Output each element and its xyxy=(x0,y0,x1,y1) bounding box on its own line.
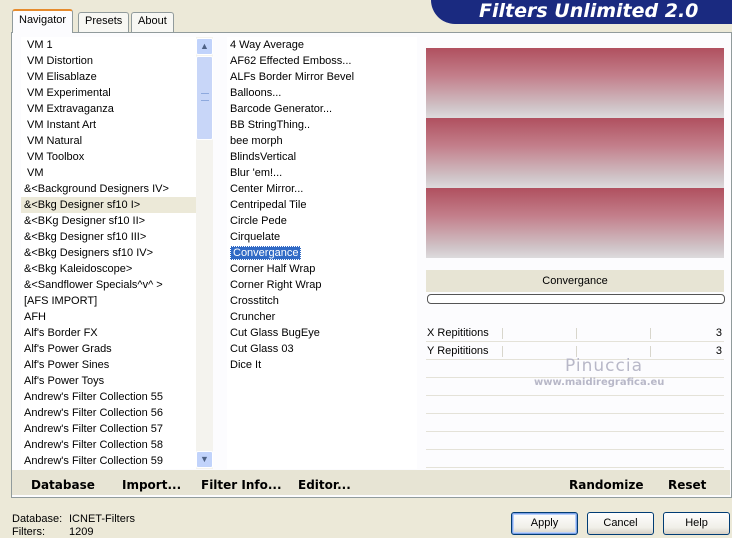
filter-item[interactable]: Crosstitch xyxy=(227,293,417,309)
category-item[interactable]: Andrew's Filter Collection 58 xyxy=(21,437,196,453)
category-item[interactable]: VM Toolbox xyxy=(21,149,196,165)
category-item[interactable]: &<Bkg Kaleidoscope> xyxy=(21,261,196,277)
category-item[interactable]: Andrew's Filter Collection 57 xyxy=(21,421,196,437)
app-title-banner: Filters Unlimited 2.0 xyxy=(431,0,732,24)
filter-item[interactable]: Center Mirror... xyxy=(227,181,417,197)
filter-item[interactable]: BB StringThing.. xyxy=(227,117,417,133)
filter-item[interactable]: Blur 'em!... xyxy=(227,165,417,181)
param-row-empty xyxy=(426,433,724,450)
filter-item-label: Convergance xyxy=(230,246,302,260)
scroll-up-icon[interactable]: ▲ xyxy=(196,38,213,55)
status-filters-label: Filters: xyxy=(12,526,45,538)
filter-list[interactable]: 4 Way Average AF62 Effected Emboss... ALFs… xyxy=(227,37,417,469)
category-item[interactable]: &<Bkg Designers sf10 IV> xyxy=(21,245,196,261)
status-database-value: ICNET-Filters xyxy=(69,513,135,525)
category-item[interactable]: VM Extravaganza xyxy=(21,101,196,117)
param-row-empty xyxy=(426,397,724,414)
import-button[interactable]: Import... xyxy=(122,478,181,492)
category-item[interactable]: Andrew's Filter Collection 56 xyxy=(21,405,196,421)
filter-item[interactable]: Centripedal Tile xyxy=(227,197,417,213)
filter-info-button[interactable]: Filter Info... xyxy=(201,478,282,492)
filter-item[interactable]: Corner Half Wrap xyxy=(227,261,417,277)
filter-item[interactable]: Balloons... xyxy=(227,85,417,101)
filter-item[interactable]: Cirquelate xyxy=(227,229,417,245)
category-item[interactable]: &<Bkg Designer sf10 I> xyxy=(21,197,196,213)
category-item[interactable]: VM Distortion xyxy=(21,53,196,69)
filter-item[interactable]: AF62 Effected Emboss... xyxy=(227,53,417,69)
filter-item[interactable]: Barcode Generator... xyxy=(227,101,417,117)
category-item[interactable]: &<Bkg Designer sf10 III> xyxy=(21,229,196,245)
category-item[interactable]: VM Instant Art xyxy=(21,117,196,133)
progress-bar xyxy=(427,294,725,304)
scroll-down-icon[interactable]: ▼ xyxy=(196,451,213,468)
database-button[interactable]: Database xyxy=(31,478,95,492)
param-label: X Repititions xyxy=(427,327,489,339)
filter-item[interactable]: Cruncher xyxy=(227,309,417,325)
filter-item[interactable]: BlindsVertical xyxy=(227,149,417,165)
filter-item[interactable]: 4 Way Average xyxy=(227,37,417,53)
category-item[interactable]: &<Background Designers IV> xyxy=(21,181,196,197)
category-item[interactable]: Andrew's Filter Collection 55 xyxy=(21,389,196,405)
category-item[interactable]: VM Elisablaze xyxy=(21,69,196,85)
category-item[interactable]: Alf's Power Sines xyxy=(21,357,196,373)
category-item[interactable]: VM Natural xyxy=(21,133,196,149)
category-scrollbar[interactable]: ▲ ▼ xyxy=(196,37,213,469)
tab-presets[interactable]: Presets xyxy=(78,12,130,32)
param-label: Y Repititions xyxy=(427,345,489,357)
apply-button[interactable]: Apply xyxy=(511,512,578,535)
filter-item[interactable]: Circle Pede xyxy=(227,213,417,229)
cancel-button[interactable]: Cancel xyxy=(587,512,654,535)
filter-item[interactable]: ALFs Border Mirror Bevel xyxy=(227,69,417,85)
filter-item[interactable]: Convergance xyxy=(227,245,417,261)
filter-item[interactable]: Cut Glass 03 xyxy=(227,341,417,357)
filter-preview xyxy=(426,48,724,258)
category-item[interactable]: &<BKg Designer sf10 II> xyxy=(21,213,196,229)
scroll-thumb[interactable] xyxy=(196,56,213,140)
reset-button[interactable]: Reset xyxy=(668,478,706,492)
category-item[interactable]: Alf's Border FX xyxy=(21,325,196,341)
filter-item[interactable]: Cut Glass BugEye xyxy=(227,325,417,341)
param-row-empty xyxy=(426,451,724,468)
filter-name-label: Convergance xyxy=(426,270,724,292)
status-database-label: Database: xyxy=(12,513,63,525)
category-item[interactable]: [AFS IMPORT] xyxy=(21,293,196,309)
param-value: 3 xyxy=(715,327,722,339)
action-bar: Database Import... Filter Info... Editor… xyxy=(12,470,730,495)
editor-button[interactable]: Editor... xyxy=(298,478,351,492)
category-item[interactable]: Alf's Power Grads xyxy=(21,341,196,357)
randomize-button[interactable]: Randomize xyxy=(569,478,643,492)
category-item[interactable]: Alf's Power Toys xyxy=(21,373,196,389)
category-item[interactable]: VM xyxy=(21,165,196,181)
filter-item[interactable]: Corner Right Wrap xyxy=(227,277,417,293)
category-list[interactable]: VM 1 VM Distortion VM Elisablaze VM Experim… xyxy=(21,37,196,469)
category-item[interactable]: VM Experimental xyxy=(21,85,196,101)
category-item[interactable]: &<Sandflower Specials^v^ > xyxy=(21,277,196,293)
param-x-repititions[interactable]: X Repititions 3 xyxy=(426,325,724,342)
tab-about[interactable]: About xyxy=(131,12,174,32)
param-row-empty xyxy=(426,415,724,432)
help-button[interactable]: Help xyxy=(663,512,730,535)
category-item[interactable]: VM 1 xyxy=(21,37,196,53)
filter-item[interactable]: bee morph xyxy=(227,133,417,149)
watermark-name: Pinuccia xyxy=(565,356,643,376)
param-value: 3 xyxy=(715,345,722,357)
tab-navigator[interactable]: Navigator xyxy=(12,9,74,33)
category-item[interactable]: Andrew's Filter Collection 59 xyxy=(21,453,196,469)
category-item[interactable]: AFH xyxy=(21,309,196,325)
filter-item[interactable]: Dice It xyxy=(227,357,417,373)
watermark-site: www.maidiregrafica.eu xyxy=(534,377,665,388)
status-filters-value: 1209 xyxy=(69,526,94,538)
